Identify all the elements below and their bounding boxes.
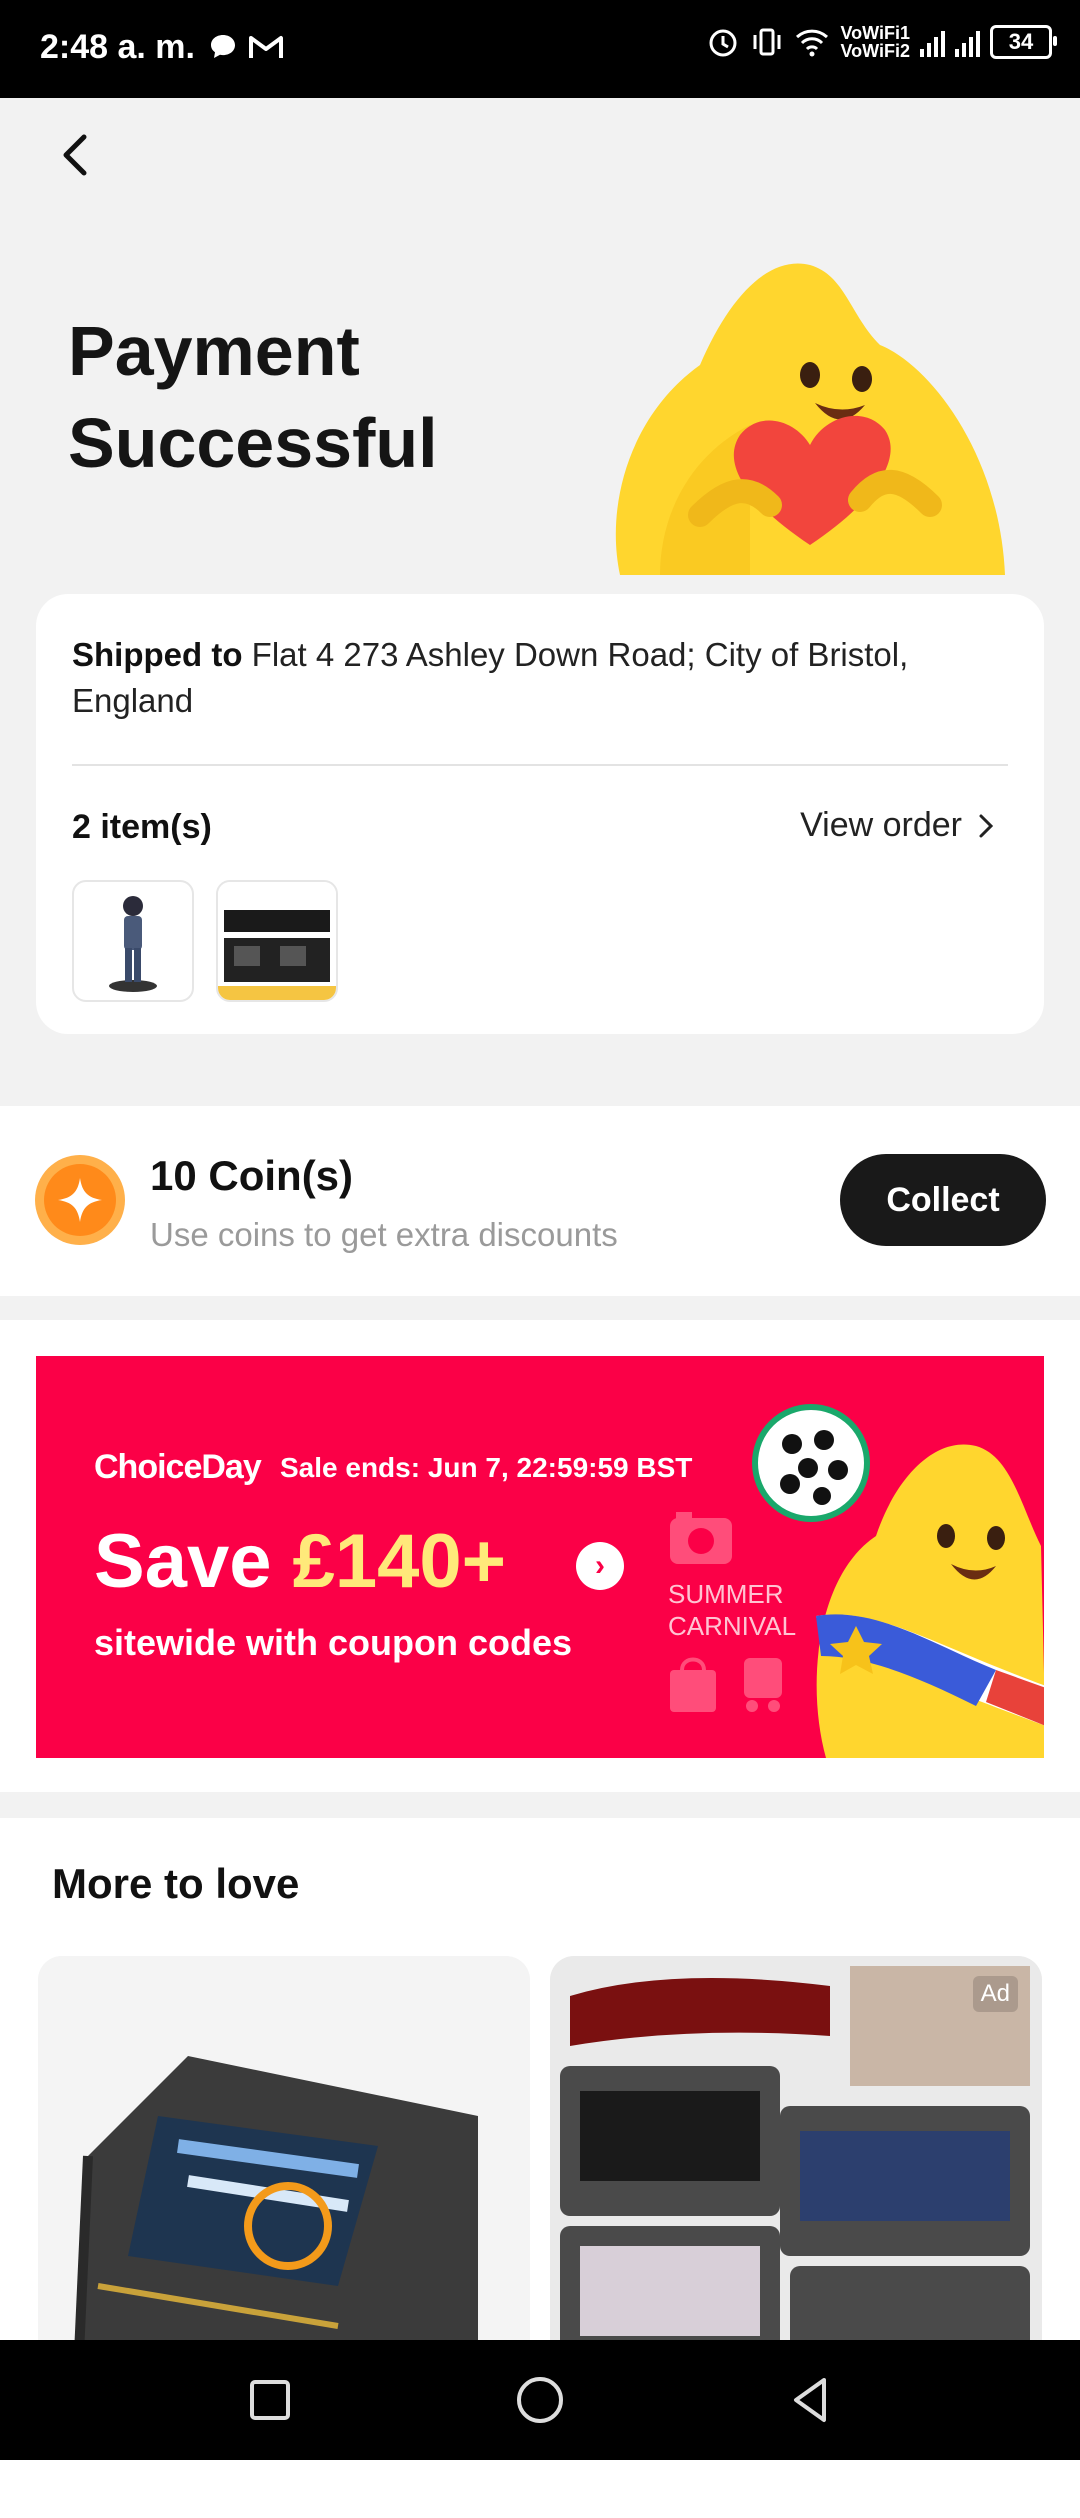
alarm-icon (709, 29, 737, 57)
battery-icon: 34 (990, 25, 1057, 59)
coins-subtitle: Use coins to get extra discounts (150, 1216, 618, 1253)
order-item-thumbnail[interactable] (72, 880, 194, 1002)
figure-product-image (109, 896, 157, 992)
home-button[interactable] (510, 2370, 570, 2430)
view-order-label: View order (800, 806, 962, 844)
game-cartridge-image (38, 1956, 530, 2376)
chevron-right-icon (979, 814, 994, 837)
back-button[interactable] (50, 125, 100, 185)
gmail-icon (249, 36, 283, 58)
castlevania-games-image (550, 1956, 1042, 2376)
items-count: 2 item(s) (72, 808, 212, 846)
product-card-ad[interactable]: Ad (550, 1956, 1042, 2376)
promo-banner[interactable]: ChoiceDay Sale ends: Jun 7, 22:59:59 BST… (36, 1356, 1044, 1758)
status-bar: 2:48 a. m. VoWiFi1 VoWiFi2 34 (0, 0, 1080, 98)
page-title: Payment Successful (68, 305, 438, 489)
coins-title: 10 Coin(s) (150, 1152, 354, 1199)
view-order-link[interactable]: View order (800, 806, 996, 845)
banner-save-text: Save £140+ (94, 1518, 506, 1605)
title-line-1: Payment (68, 312, 360, 390)
banner-arrow-icon: › (576, 1542, 624, 1590)
circle-icon (517, 2377, 563, 2423)
chevron-left-icon (63, 134, 87, 176)
banner-sale-ends: Sale ends: Jun 7, 22:59:59 BST (280, 1452, 693, 1483)
system-nav-bar (0, 2340, 1080, 2460)
title-line-2: Successful (68, 404, 438, 482)
battery-level: 34 (1008, 29, 1034, 54)
banner-sitewide: sitewide with coupon codes (94, 1622, 573, 1663)
summer-line-2: CARNIVAL (668, 1611, 797, 1641)
collect-button[interactable]: Collect (840, 1154, 1046, 1246)
vibrate-icon (753, 28, 781, 56)
banner-mascot-illustration (816, 1444, 1044, 1758)
banner-save-prefix: Save (94, 1519, 293, 1604)
order-item-thumbnail[interactable] (216, 880, 338, 1002)
product-card[interactable] (38, 1956, 530, 2376)
triangle-back-icon (794, 2378, 826, 2422)
wifi-icon (796, 29, 829, 57)
more-to-love-title: More to love (52, 1860, 300, 1907)
square-icon (250, 2380, 290, 2420)
shipping-card: Shipped to Flat 4 273 Ashley Down Road; … (36, 594, 1044, 1034)
shipping-address: Shipped to Flat 4 273 Ashley Down Road; … (72, 632, 1012, 724)
divider (72, 764, 1008, 766)
summer-carnival-label: SUMMER CARNIVAL (668, 1578, 796, 1642)
signal-bars-2-icon (955, 27, 980, 57)
wifi-label-2: VoWiFi2 (840, 41, 910, 61)
status-time: 2:48 a. m. (40, 28, 195, 66)
summer-line-1: SUMMER (668, 1579, 784, 1609)
cart-icon (744, 1658, 782, 1712)
ssd-product-image (218, 882, 336, 1000)
banner-save-amount: £140+ (292, 1519, 507, 1604)
shopping-bag-icon (670, 1657, 716, 1712)
coin-icon (35, 1155, 125, 1245)
banner-brand: ChoiceDay (94, 1448, 262, 1486)
wifi-label-1: VoWiFi1 (840, 23, 910, 43)
coins-section: 10 Coin(s) Use coins to get extra discou… (0, 1106, 1080, 1296)
back-nav-button[interactable] (780, 2370, 840, 2430)
banner-section: ChoiceDay Sale ends: Jun 7, 22:59:59 BST… (0, 1320, 1080, 1792)
mascot-heart-illustration (615, 263, 1005, 575)
shipped-to-label: Shipped to (72, 636, 243, 673)
camera-icon (670, 1512, 732, 1564)
ad-badge: Ad (972, 1976, 1018, 2012)
recents-button[interactable] (240, 2370, 300, 2430)
signal-bars-icon (920, 27, 945, 57)
chat-notification-icon (211, 35, 235, 58)
